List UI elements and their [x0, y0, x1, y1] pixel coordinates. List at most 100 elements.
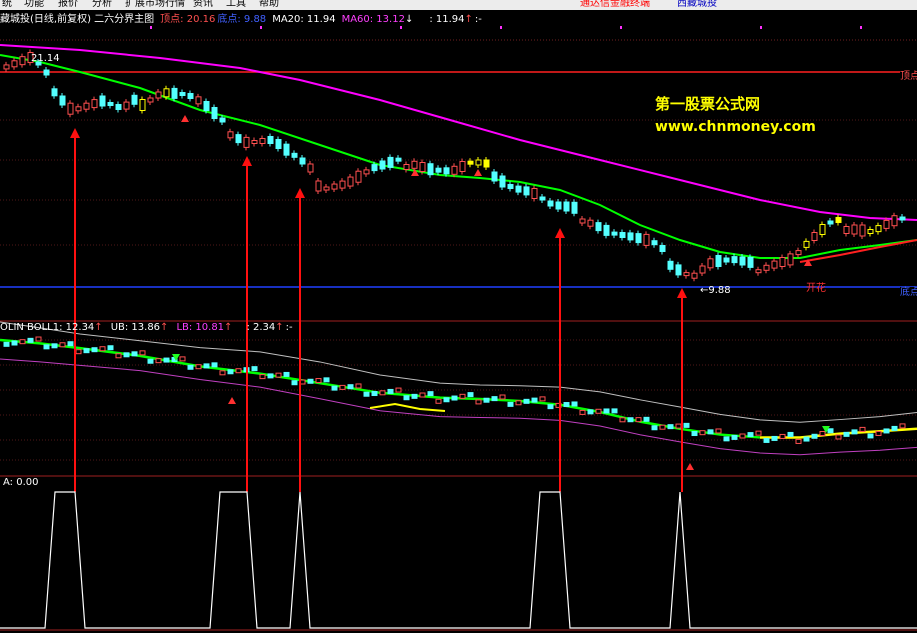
candle — [867, 229, 874, 234]
boll-candle — [147, 358, 154, 364]
top-point-value: 顶点: 20.16 — [160, 14, 216, 25]
candle — [451, 165, 458, 175]
boll-candle — [451, 395, 458, 401]
signal-arrow-head — [555, 228, 565, 238]
boll-candle — [771, 435, 778, 441]
header-tick-mark — [500, 26, 502, 29]
boll-candle — [667, 424, 674, 430]
boll-candle — [819, 431, 826, 437]
boll-candle — [115, 353, 122, 359]
candle — [539, 196, 546, 201]
boll-candle — [595, 408, 602, 414]
candle — [427, 163, 434, 176]
boll-candle — [235, 368, 242, 374]
boll-candle — [291, 380, 298, 386]
ma-red-segment — [799, 239, 917, 263]
candle — [891, 215, 898, 227]
boll-lower-band — [0, 358, 917, 456]
top-level-tag: 顶点 — [900, 71, 917, 82]
boll-candle — [379, 390, 386, 396]
candle — [747, 256, 754, 268]
boll-candle — [395, 387, 402, 393]
ub-value: UB: 13.86 — [110, 322, 161, 333]
candle — [851, 224, 858, 235]
candle — [339, 180, 346, 189]
boll-candle — [883, 428, 890, 434]
boll-extra-dash: :- — [285, 322, 293, 333]
candle — [651, 240, 658, 246]
candle — [443, 167, 450, 175]
boll-candle — [603, 408, 610, 414]
candle — [363, 169, 370, 175]
boll-candle — [67, 341, 74, 347]
candle — [787, 253, 794, 266]
candle — [827, 220, 834, 225]
boll-candle — [267, 373, 274, 379]
candle — [203, 101, 210, 111]
candle — [659, 245, 666, 252]
boll-candle — [779, 433, 786, 439]
main-chart-header: 藏城投(日线,前复权) 二六分界主图 顶点: 20.16 底点: 9.88 MA20:… — [0, 14, 488, 26]
boll-candle — [419, 392, 426, 398]
boll-candle — [515, 400, 522, 406]
signal-arrow-head — [70, 128, 80, 138]
boll-middle-band — [0, 338, 761, 439]
candle — [243, 136, 250, 148]
candle — [771, 260, 778, 269]
boll-candle — [347, 384, 354, 390]
extra-dash: :- — [474, 14, 482, 25]
candle — [683, 272, 690, 277]
boll-candle — [499, 394, 506, 400]
candle — [99, 95, 106, 107]
candle — [859, 224, 866, 237]
candle — [691, 272, 698, 279]
boll1-value: OLIN BOLL1: 12.34 — [0, 322, 95, 333]
candle — [795, 250, 802, 256]
candle — [11, 60, 18, 68]
extra-arrow: ↑ — [464, 14, 473, 25]
candle — [91, 99, 98, 109]
candle — [227, 131, 234, 139]
candle — [523, 186, 530, 196]
candle — [819, 224, 826, 235]
kline-chart[interactable] — [0, 0, 917, 633]
header-tick-mark — [620, 26, 622, 29]
boll-candle — [467, 392, 474, 398]
boll-candle — [75, 349, 82, 355]
candle — [163, 88, 170, 98]
header-tick-mark — [150, 26, 152, 29]
boll-candle — [91, 347, 98, 353]
boll-candle — [811, 433, 818, 439]
boll-candle — [739, 433, 746, 439]
boll-header: OLIN BOLL1: 12.34↑ UB: 13.86↑ LB: 10.81↑: … — [0, 322, 299, 334]
candle — [123, 101, 130, 110]
boll-candle — [155, 358, 162, 364]
candle — [587, 219, 594, 227]
indicator-a-value: A: 0.00 — [3, 477, 39, 488]
candle — [211, 107, 218, 119]
boll-candle — [315, 378, 322, 384]
candle — [675, 264, 682, 276]
buy-arrow-icon — [181, 115, 189, 122]
boll-candle — [179, 356, 186, 362]
candle — [883, 219, 890, 229]
boll-candle — [707, 429, 714, 435]
header-tick-mark — [760, 26, 762, 29]
candle — [459, 161, 466, 172]
header-tick-mark — [860, 26, 862, 29]
boll-upper-band — [0, 321, 917, 423]
boll-candle — [11, 340, 18, 346]
boll-candle — [587, 409, 594, 415]
boll-candle — [731, 434, 738, 440]
candle — [739, 256, 746, 266]
candle — [595, 222, 602, 232]
candle — [723, 257, 730, 263]
candle — [707, 258, 714, 269]
boll-candle — [355, 383, 362, 389]
boll-candle — [835, 434, 842, 440]
bottom-point-value: 底点: 9.88 — [217, 14, 267, 25]
candle — [563, 201, 570, 212]
candle — [467, 160, 474, 165]
candle — [779, 257, 786, 267]
boll-candle — [211, 362, 218, 368]
